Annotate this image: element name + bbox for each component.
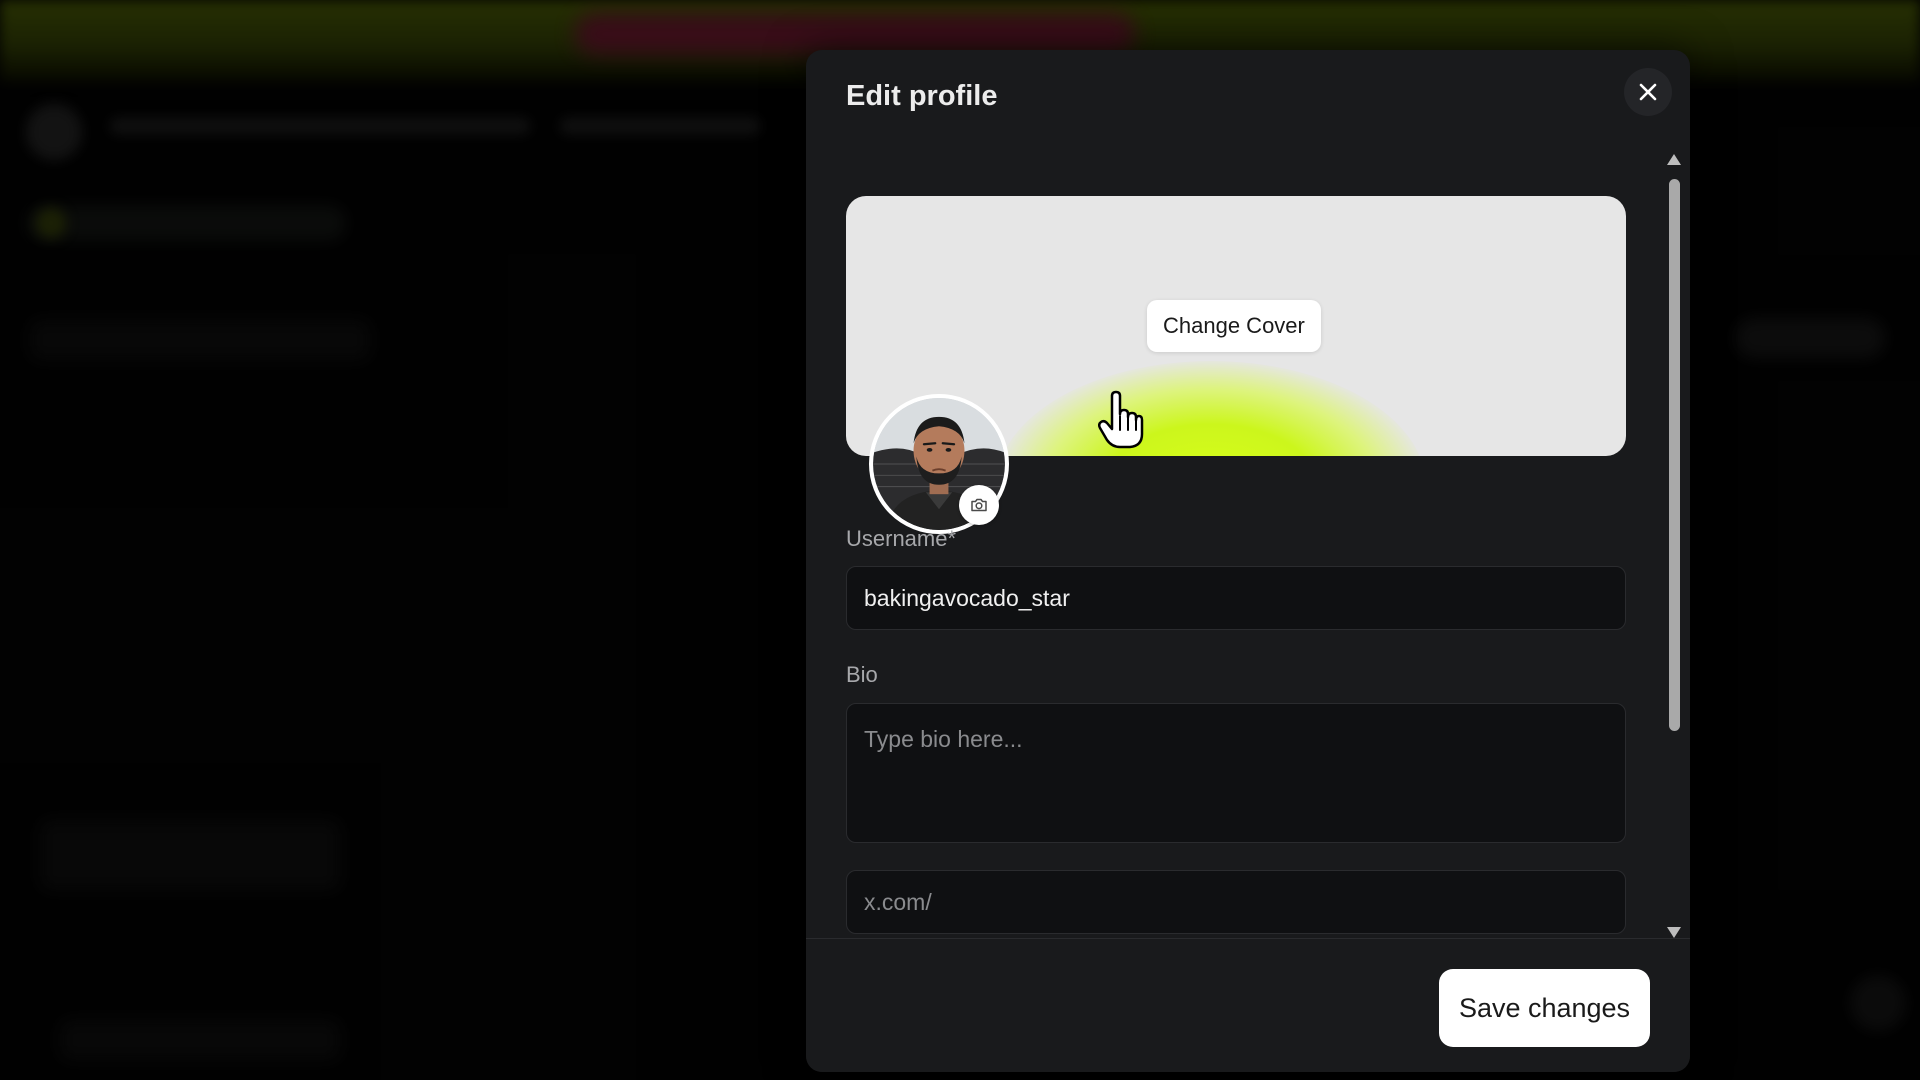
close-button[interactable] <box>1624 68 1672 116</box>
x-link-input[interactable] <box>846 870 1626 934</box>
hand-pointer-icon <box>1098 390 1144 449</box>
save-changes-button[interactable]: Save changes <box>1439 969 1650 1047</box>
modal-footer: Save changes <box>806 938 1690 1072</box>
cover-gradient <box>996 361 1426 456</box>
modal-title: Edit profile <box>846 80 998 112</box>
change-avatar-button[interactable] <box>959 485 999 525</box>
bio-textarea[interactable] <box>846 703 1626 843</box>
scrollbar-thumb[interactable] <box>1669 179 1680 731</box>
bio-label: Bio <box>846 662 878 687</box>
username-label: Username* <box>846 526 957 551</box>
username-input[interactable] <box>846 566 1626 630</box>
modal-scrollbar[interactable] <box>1664 150 1684 942</box>
modal-scroll-area[interactable]: Change Cover Username* bakingavocado_sta… <box>806 146 1690 986</box>
camera-icon <box>971 498 987 512</box>
scroll-up-arrow-icon[interactable] <box>1667 154 1681 165</box>
change-cover-button[interactable]: Change Cover <box>1147 300 1321 352</box>
close-icon <box>1639 83 1657 101</box>
edit-profile-modal: Edit profile Change Cover Username* baki… <box>806 50 1690 1072</box>
scroll-down-arrow-icon[interactable] <box>1667 927 1681 938</box>
